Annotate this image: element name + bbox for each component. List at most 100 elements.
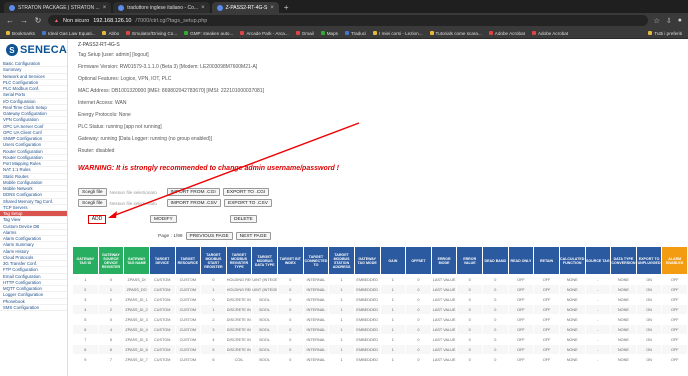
favicon-icon [9,4,15,11]
tag-table: GATEWAY TAG ID GATEWAY SOURCE DEVICE REGI… [72,246,688,365]
export-cgi-button[interactable]: EXPORT TO .CGI [222,188,270,196]
bookmark-item[interactable]: Ideal Gas Law Equati... [41,31,95,36]
export-csv-button[interactable]: EXPORT TO .CSV [224,199,272,207]
choose-file-button[interactable]: Scegli file [78,199,107,207]
star-icon[interactable]: ☆ [654,17,660,25]
table-cell: ZPASS_DI [123,274,150,285]
logo-text: SENECA [19,44,67,56]
reload-icon[interactable]: ↻ [34,16,42,25]
previous-page-button[interactable]: PREVIOUS PAGE [185,232,233,240]
back-icon[interactable]: ← [6,16,14,25]
table-cell: - [584,314,612,325]
table-row[interactable]: 30ZPASS_DI_1CUSTOMCUSTOM0DISCRETE INPUTB… [72,294,688,305]
table-cell: COIL [225,354,253,365]
column-header: EXPORT TO UNPLUGGED [635,246,663,275]
bookmark-item[interactable]: Adobe Acrobat [531,30,569,36]
table-cell: CUSTOM [174,324,202,335]
table-cell: 0 [456,344,483,355]
table-row[interactable]: 50ZPASS_DI_3CUSTOMCUSTOM2DISCRETE INPUTB… [72,314,688,325]
table-cell: 3 [200,324,227,335]
table-cell: 1 [328,334,355,345]
table-row[interactable]: 9 7 ZPASS_DI_7 CUSTOM CUSTOM 6 COIL BOOL 0 INTERN… [72,354,688,365]
table-cell: LAST VALUE [430,334,458,345]
table-cell: CUSTOM [148,354,176,365]
table-cell: 2 [72,284,99,295]
table-cell: 0 [405,304,432,315]
bookmark-item[interactable]: Emulator/Driving Co... [126,31,177,36]
table-cell: NONE [558,324,586,335]
download-icon[interactable]: ⇩ [666,17,672,25]
table-cell: ON [635,274,663,285]
table-cell: EMBEDDED [353,324,381,335]
table-cell: OFF [533,344,560,355]
table-cell: 4 [72,304,99,315]
browser-tab-2[interactable]: Z-PASS2-RT-4G-S × [211,2,279,13]
file-placeholder: Nessun file selezionato [109,189,157,195]
choose-file-button[interactable]: Scegli file [78,188,107,196]
table-cell: EMBEDDED [353,304,381,315]
bookmark-item[interactable]: Abbo [102,31,119,36]
bookmark-label: Abbo [108,30,120,36]
table-cell: NONE [610,284,637,295]
import-csv-row: Scegli file Nessun file selezionato IMPO… [78,199,272,207]
next-page-button[interactable]: NEXT PAGE [235,232,271,240]
bookmark-item[interactable]: Gmail [295,31,314,36]
close-icon[interactable]: × [201,5,205,11]
profile-icon[interactable]: ● [678,17,682,25]
table-row[interactable]: 75ZPASS_DI_5CUSTOMCUSTOM4DISCRETE INPUTB… [72,334,688,345]
folder-icon [648,31,653,35]
import-cgi-button[interactable]: IMPORT FROM .CGI [166,188,220,196]
table-cell: OFF [533,314,560,325]
bookmark-item[interactable]: Maps [320,31,338,36]
url-field[interactable]: ▲ Non sicuro 192.168.126.10/7000/ctrl.cg… [48,15,648,26]
bookmark-item[interactable]: Adobe Acrobat [488,31,525,36]
new-tab-icon[interactable]: + [284,3,289,12]
browser-tab-0[interactable]: STRATON PACKAGE | STRATON ... × [4,2,112,13]
tab-label: traduttore inglese italiano - Co... [127,4,199,11]
table-cell: INTERNAL [302,344,330,355]
modify-button[interactable]: MODIFY [150,215,177,223]
forward-icon[interactable]: → [20,16,28,25]
table-row[interactable]: 42ZPASS_DI_2CUSTOMCUSTOM1DISCRETE INPUTB… [72,304,688,315]
bookmark-icon [126,31,131,35]
table-cell: INTERNAL [302,304,330,315]
column-header: DEAD BAND [482,246,509,275]
table-row[interactable]: 64ZPASS_DI_4CUSTOMCUSTOM3DISCRETE INPUTB… [72,324,688,335]
bookmark-item[interactable]: Traduci [344,30,367,36]
bookmark-label: Traduci [350,30,367,36]
table-cell: 0 [456,284,483,295]
bookmark-item[interactable]: I miei corsi - Lezion... [373,31,423,36]
table-row[interactable]: 10ZPASS_DICUSTOMCUSTOM0HOLDING REGISTERU… [72,274,688,285]
table-cell: CUSTOM [148,294,176,305]
import-csv-button[interactable]: IMPORT FROM .CSV [166,199,221,207]
browser-tab-1[interactable]: traduttore inglese italiano - Co... × [113,2,210,13]
sidebar-item[interactable]: SMS Configuration [0,305,67,311]
table-cell: 1 [328,274,355,285]
table-cell: 1 [328,304,355,315]
table-cell: DISCRETE INPUT [225,304,253,315]
table-cell: ON [635,334,663,345]
table-cell: 1 [379,284,407,295]
add-button[interactable]: ADD [88,215,106,224]
table-cell: HOLDING REGISTER [225,274,253,285]
close-icon[interactable]: × [103,5,107,11]
close-icon[interactable]: × [270,5,274,11]
table-cell: OFF [533,294,560,305]
column-header: ERROR VALUE [456,246,483,275]
bookmark-label: Adobe Acrobat [537,30,569,36]
table-cell: EMBEDDED [353,354,381,365]
bookmark-item[interactable]: Bookmarks [6,31,35,36]
table-cell: BOOL [251,324,278,335]
column-header: GATEWAY TAG ID [72,246,99,275]
table-cell: NONE [558,354,586,365]
table-row[interactable]: 86ZPASS_DI_6CUSTOMCUSTOM5DISCRETE INPUTB… [72,344,688,355]
table-cell: OFF [661,274,688,285]
delete-button[interactable]: DELETE [230,215,257,223]
table-cell: BOOL [251,354,278,365]
bookmark-item[interactable]: GMP: steaken auto... [184,31,233,36]
all-bookmarks[interactable]: Tutti i preferiti [648,31,682,36]
table-cell: 6 [200,354,227,365]
bookmark-item[interactable]: Arcade Park - Arca... [240,31,289,36]
bookmark-item[interactable]: Tutorials come scara... [429,31,482,36]
table-row[interactable]: 21ZPASS_DOCUSTOMCUSTOM1HOLDING REGISTERU… [72,284,688,295]
